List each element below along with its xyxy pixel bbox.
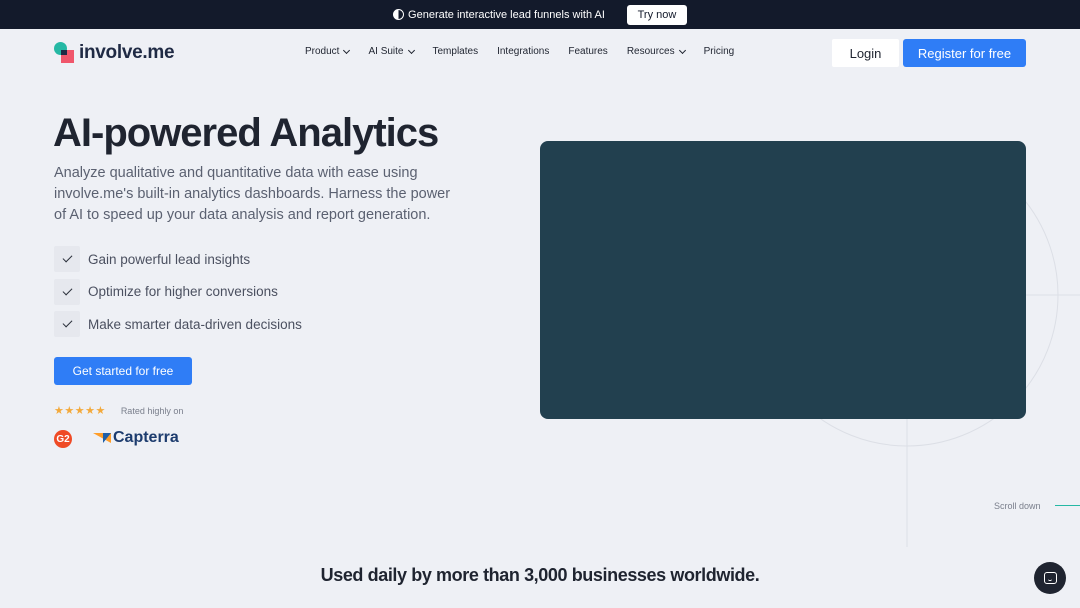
scroll-down-label[interactable]: Scroll down: [994, 501, 1041, 511]
list-item: Optimize for higher conversions: [54, 278, 302, 305]
feature-text: Optimize for higher conversions: [88, 284, 278, 299]
hero-media[interactable]: [540, 141, 1026, 419]
scroll-indicator-line: [1055, 505, 1080, 506]
capterra-logo[interactable]: Capterra: [93, 429, 179, 447]
feature-text: Gain powerful lead insights: [88, 251, 251, 267]
chat-icon: [1043, 572, 1057, 584]
rated-text: Rated highly on: [120, 405, 184, 416]
list-item: Make smarter data-driven decisions: [54, 311, 302, 337]
g2-logo[interactable]: G2: [54, 430, 72, 448]
hero-description: Analyze qualitative and quantitative dat…: [54, 165, 451, 223]
capterra-text: Capterra: [113, 429, 179, 446]
check-icon: [54, 278, 80, 305]
rating: ★★★★★ Rated highly on: [54, 404, 183, 417]
list-item: Gain powerful lead insights: [54, 246, 302, 272]
get-started-button[interactable]: Get started for free: [54, 357, 192, 385]
chat-button[interactable]: [1034, 562, 1066, 594]
check-icon: [54, 246, 80, 272]
check-icon: [54, 311, 80, 337]
feature-list: Gain powerful lead insights Optimize for…: [54, 246, 302, 344]
page-title: AI-powered Analytics: [53, 111, 439, 155]
capterra-arrow-icon: [93, 433, 111, 443]
feature-text: Make smarter data-driven decisions: [88, 316, 302, 332]
section-title: Used daily by more than 3,000 businesses…: [320, 565, 760, 585]
star-rating-icon: ★★★★★: [54, 405, 106, 417]
